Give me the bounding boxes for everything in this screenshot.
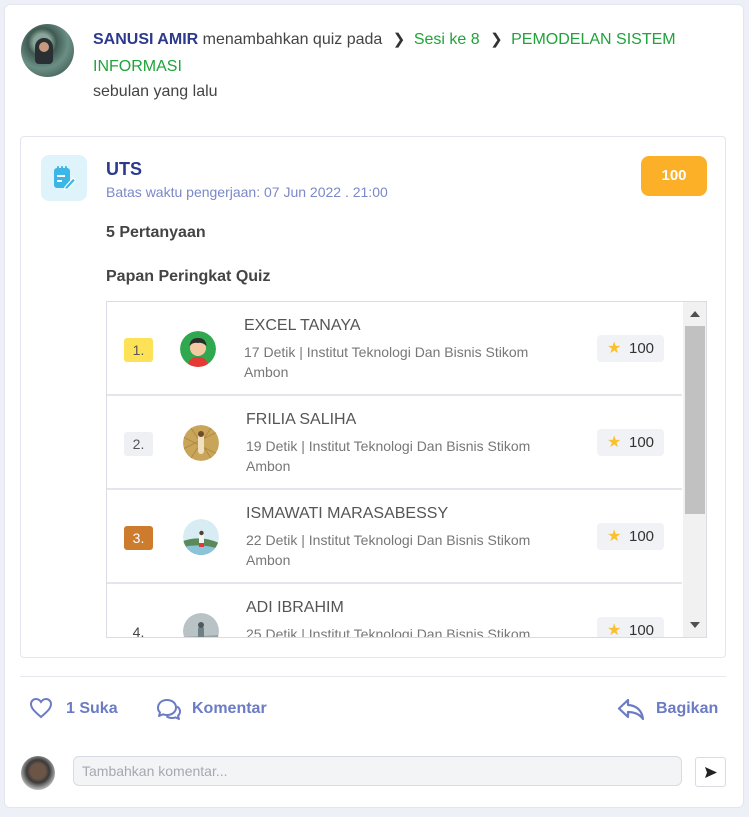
avatar <box>180 331 216 367</box>
star-icon: ★ <box>607 622 622 638</box>
avatar <box>183 613 219 637</box>
comment-input[interactable] <box>73 756 682 786</box>
comment-label: Komentar <box>192 700 267 717</box>
send-icon <box>705 767 717 778</box>
quiz-title[interactable]: UTS <box>106 159 142 180</box>
star-icon: ★ <box>607 434 622 451</box>
leaderboard-row: 1. EXCEL TANAYA 17 Detik | Institut Tekn… <box>107 302 682 396</box>
quiz-card[interactable]: UTS Batas waktu pengerjaan: 07 Jun 2022 … <box>20 136 726 658</box>
author-name[interactable]: SANUSI AMIR <box>93 31 198 48</box>
chat-icon <box>157 699 181 720</box>
leaderboard-row: 2. FRILIA SALIHA 19 Detik | Institut Tek… <box>107 396 682 490</box>
user-score-value: 100 <box>629 340 655 357</box>
share-icon <box>617 698 645 721</box>
user-meta: 17 Detik | Institut Teknologi Dan Bisnis… <box>244 344 529 380</box>
post-header: SANUSI AMIR menambahkan quiz pada ❯ Sesi… <box>93 26 693 80</box>
current-user-avatar <box>21 756 55 790</box>
user-meta: 19 Detik | Institut Teknologi Dan Bisnis… <box>246 438 531 474</box>
quiz-score-badge: 100 <box>641 156 707 196</box>
rank-badge-gold: 1. <box>124 338 153 362</box>
leaderboard[interactable]: 1. EXCEL TANAYA 17 Detik | Institut Tekn… <box>106 301 707 638</box>
share-button[interactable]: Bagikan <box>617 695 727 723</box>
scroll-up-arrow-icon[interactable] <box>683 302 706 326</box>
avatar <box>183 425 219 461</box>
user-score: ★ 100 <box>597 335 664 362</box>
question-count: 5 Pertanyaan <box>106 224 206 241</box>
post-action-text: menambahkan quiz pada <box>202 31 383 48</box>
chevron-right-icon: ❯ <box>490 31 503 48</box>
user-name: FRILIA SALIHA <box>246 411 357 428</box>
user-score-value: 100 <box>629 528 655 545</box>
user-score-value: 100 <box>629 622 655 638</box>
leaderboard-row: 4. ADI IBRAHIM 25 Detik | Institut Tekno… <box>107 584 682 638</box>
comment-button[interactable]: Komentar <box>155 695 275 723</box>
heart-icon <box>29 697 53 719</box>
user-score: ★ 100 <box>597 429 664 456</box>
star-icon: ★ <box>607 340 622 357</box>
chevron-right-icon: ❯ <box>392 31 406 48</box>
author-avatar[interactable] <box>21 24 74 77</box>
leaderboard-list: 1. EXCEL TANAYA 17 Detik | Institut Tekn… <box>107 302 682 638</box>
user-score: ★ 100 <box>597 523 664 550</box>
star-icon: ★ <box>607 528 622 545</box>
share-label: Bagikan <box>656 700 719 717</box>
post-card: SANUSI AMIR menambahkan quiz pada ❯ Sesi… <box>4 4 744 808</box>
leaderboard-scrollbar[interactable] <box>683 302 706 637</box>
send-comment-button[interactable] <box>695 757 726 787</box>
user-name: ISMAWATI MARASABESSY <box>246 505 449 522</box>
user-score-value: 100 <box>629 434 655 451</box>
avatar <box>183 519 219 555</box>
user-score: ★ 100 <box>597 617 664 638</box>
rank-label: 4. <box>132 624 145 638</box>
divider <box>20 676 726 677</box>
rank-badge-silver: 2. <box>124 432 153 456</box>
user-name: ADI IBRAHIM <box>246 599 344 616</box>
post-time: sebulan yang lalu <box>93 83 218 100</box>
scroll-down-arrow-icon[interactable] <box>683 613 706 637</box>
quiz-deadline: Batas waktu pengerjaan: 07 Jun 2022 . 21… <box>106 184 388 200</box>
like-count-label: 1 Suka <box>66 700 118 717</box>
leaderboard-title: Papan Peringkat Quiz <box>106 268 271 285</box>
user-meta: 22 Detik | Institut Teknologi Dan Bisnis… <box>246 532 531 568</box>
leaderboard-row: 3. ISMAWATI MARASABESSY 22 Detik | Insti… <box>107 490 682 584</box>
rank-badge-bronze: 3. <box>124 526 153 550</box>
breadcrumb-session[interactable]: Sesi ke 8 <box>414 31 480 48</box>
scrollbar-thumb[interactable] <box>685 326 705 514</box>
like-button[interactable]: 1 Suka <box>29 695 129 723</box>
user-meta: 25 Detik | Institut Teknologi Dan Bisnis… <box>246 626 531 638</box>
user-name: EXCEL TANAYA <box>244 317 361 334</box>
quiz-icon <box>41 155 87 201</box>
